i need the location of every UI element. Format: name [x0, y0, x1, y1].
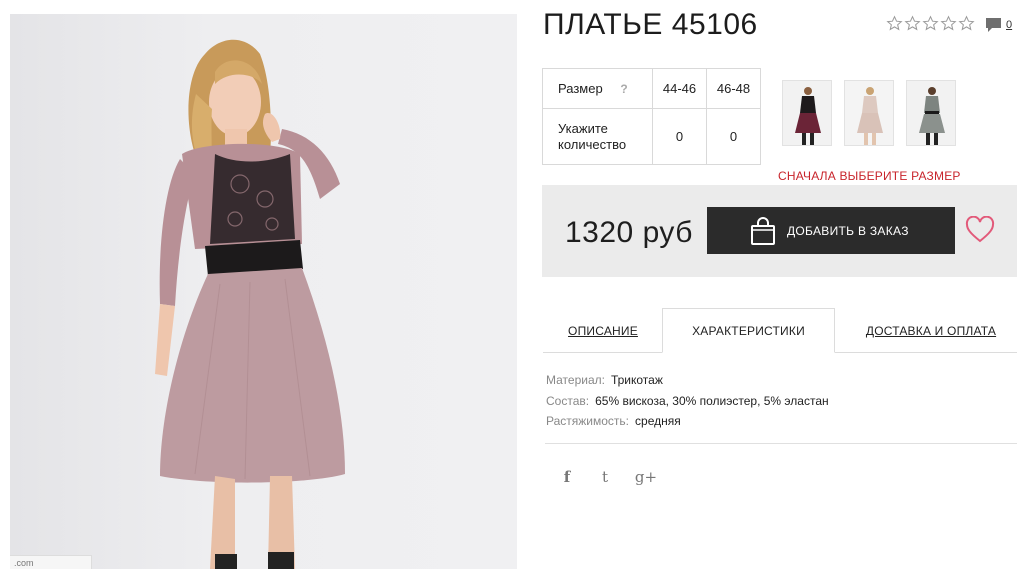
google-plus-icon[interactable]: g+ — [634, 468, 658, 486]
comments-link[interactable]: 0 — [985, 17, 1012, 34]
star-icon[interactable] — [940, 15, 957, 32]
characteristics-list: Материал: Трикотаж Состав: 65% вискоза, 30… — [546, 370, 829, 432]
quantity-label-cell: Укажите количество — [542, 108, 653, 165]
thumbnail-image — [783, 81, 831, 145]
tab-characteristics-label: ХАРАКТЕРИСТИКИ — [692, 323, 805, 338]
product-tabs: ОПИСАНИЕ ХАРАКТЕРИСТИКИ ДОСТАВКА И ОПЛАТ… — [543, 308, 1017, 353]
help-icon[interactable]: ? — [620, 82, 627, 96]
tab-delivery-payment[interactable]: ДОСТАВКА И ОПЛАТА — [845, 308, 1017, 353]
facebook-icon[interactable]: f — [558, 468, 576, 486]
size-table: Размер ? 44-46 46-48 Укажите количество … — [542, 68, 761, 165]
twitter-icon[interactable]: t — [596, 468, 614, 486]
rating-stars[interactable] — [886, 15, 975, 32]
thumbnail-beige-dress[interactable] — [844, 80, 894, 146]
thumbnail-grey-dress[interactable] — [906, 80, 956, 146]
star-icon[interactable] — [904, 15, 921, 32]
price: 1320 руб — [565, 216, 693, 249]
watermark: .com — [10, 555, 92, 569]
social-share: f t g+ — [558, 468, 658, 486]
section-divider — [545, 443, 1017, 444]
bag-icon — [751, 216, 775, 245]
star-icon[interactable] — [958, 15, 975, 32]
spec-value: 65% вискоза, 30% полиэстер, 5% эластан — [595, 393, 829, 408]
spec-value: Трикотаж — [610, 373, 663, 387]
spec-key: Состав: — [546, 393, 590, 408]
thumbnail-burgundy-dress[interactable] — [782, 80, 832, 146]
size-option-44-46[interactable]: 44-46 — [652, 68, 707, 109]
size-label-cell: Размер ? — [542, 68, 653, 109]
thumbnail-image — [845, 81, 893, 145]
model-in-dress-illustration — [155, 39, 345, 569]
size-option-46-48[interactable]: 46-48 — [706, 68, 761, 109]
tab-description[interactable]: ОПИСАНИЕ — [543, 308, 663, 353]
heart-icon[interactable] — [965, 216, 995, 244]
purchase-panel: 1320 руб ДОБАВИТЬ В ЗАКАЗ — [542, 185, 1017, 277]
spec-row: Состав: 65% вискоза, 30% полиэстер, 5% эл… — [546, 391, 829, 412]
thumbnail-image — [907, 81, 955, 145]
color-thumbnails — [782, 80, 956, 146]
spec-value: средняя — [635, 414, 681, 428]
tab-characteristics[interactable]: ХАРАКТЕРИСТИКИ — [662, 308, 835, 353]
comments-count[interactable]: 0 — [1006, 19, 1012, 31]
spec-key: Материал: — [546, 373, 605, 387]
quantity-label-line1: Укажите — [558, 120, 608, 136]
quantity-label-line2: количество — [558, 136, 627, 152]
tab-description-label: ОПИСАНИЕ — [568, 323, 638, 338]
star-icon[interactable] — [886, 15, 903, 32]
quantity-input-44-46[interactable]: 0 — [652, 108, 707, 165]
size-label: Размер — [558, 81, 603, 96]
select-size-warning: СНАЧАЛА ВЫБЕРИТЕ РАЗМЕР — [778, 169, 961, 183]
product-main-image[interactable]: .com — [10, 14, 517, 569]
add-to-order-button[interactable]: ДОБАВИТЬ В ЗАКАЗ — [707, 207, 955, 254]
spec-row: Материал: Трикотаж — [546, 370, 829, 391]
tab-delivery-payment-label: ДОСТАВКА И ОПЛАТА — [865, 323, 997, 338]
add-to-order-label: ДОБАВИТЬ В ЗАКАЗ — [787, 223, 909, 238]
quantity-input-46-48[interactable]: 0 — [706, 108, 761, 165]
comment-icon — [986, 18, 1001, 32]
spec-row: Растяжимость: средняя — [546, 411, 829, 432]
star-icon[interactable] — [922, 15, 939, 32]
product-title: ПЛАТЬЕ 45106 — [543, 8, 758, 41]
spec-key: Растяжимость: — [546, 414, 630, 428]
